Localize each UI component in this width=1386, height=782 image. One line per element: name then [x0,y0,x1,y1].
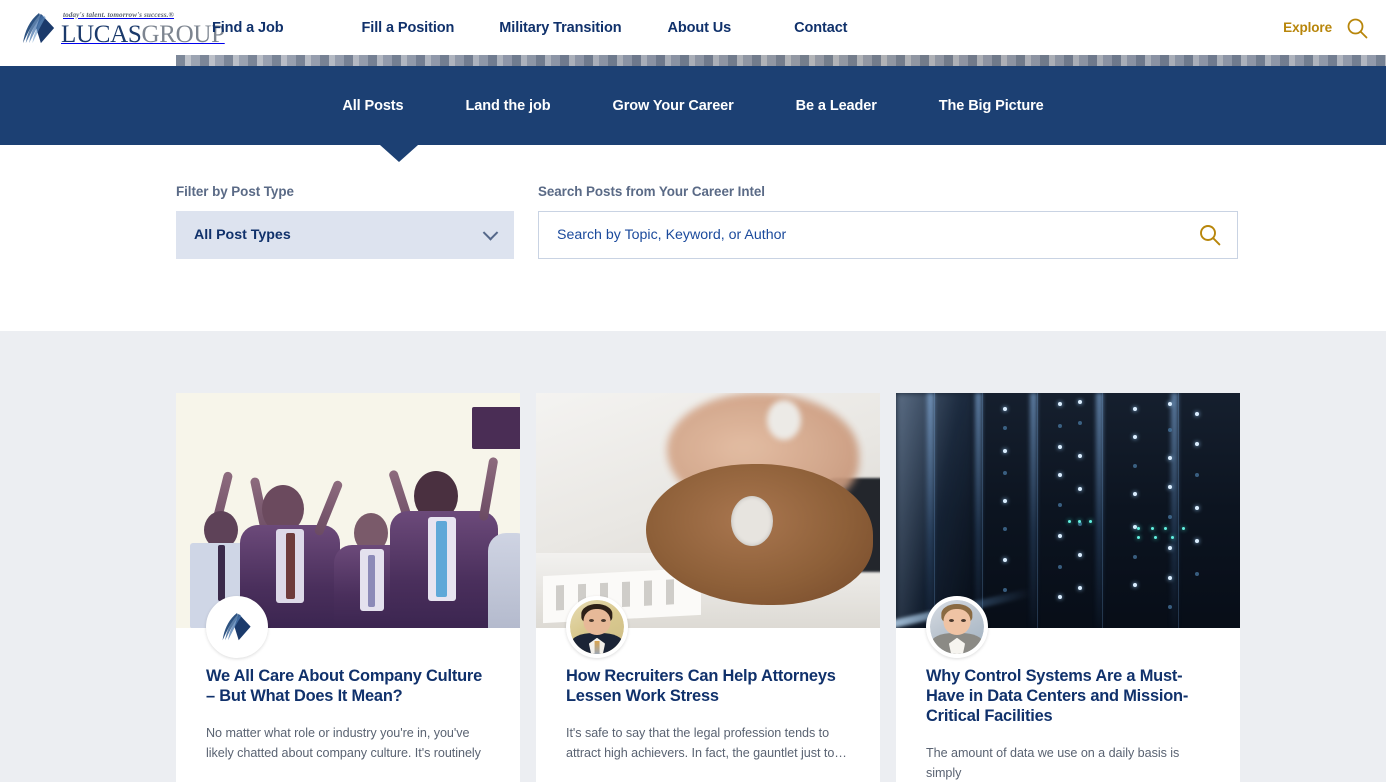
post-card-row: We All Care About Company Culture – But … [176,393,1240,782]
subnav-item-all-posts[interactable]: All Posts [342,98,403,114]
avatar[interactable] [926,596,988,658]
header-actions: Explore [1283,0,1368,55]
explore-button[interactable]: Explore [1283,20,1332,35]
search-icon[interactable] [1346,17,1368,39]
logo-tagline: today's talent. tomorrow's success.® [63,11,174,19]
subnav-item-land-the-job[interactable]: Land the job [466,98,551,114]
nav-item-about-us[interactable]: About Us [667,20,731,36]
post-excerpt: It's safe to say that the legal professi… [566,726,847,761]
avatar[interactable] [206,596,268,658]
post-list-section: We All Care About Company Culture – But … [0,331,1386,782]
data-center-server-racks-image [896,393,1240,628]
chevron-down-icon [482,225,499,241]
subnav-item-grow-your-career[interactable]: Grow Your Career [613,98,734,114]
post-excerpt: No matter what role or industry you're i… [206,726,481,761]
avatar[interactable] [566,596,628,658]
site-logo[interactable]: today's talent. tomorrow's success.® LUC… [20,9,225,47]
active-subnav-pointer [380,145,418,162]
post-search-group: Search Posts from Your Career Intel [538,184,1238,259]
post-type-filter-group: Filter by Post Type All Post Types [176,184,514,259]
celebrating-business-team-image [176,393,520,628]
site-header: today's talent. tomorrow's success.® LUC… [0,0,1386,55]
search-field-wrapper[interactable] [538,211,1238,259]
author-headshot-avatar [570,600,624,654]
post-title[interactable]: We All Care About Company Culture – But … [206,666,490,706]
post-card[interactable]: How Recruiters Can Help Attorneys Lessen… [536,393,880,782]
search-label: Search Posts from Your Career Intel [538,184,765,199]
logo-name: LUCASGROUP [61,21,225,48]
subnav-item-the-big-picture[interactable]: The Big Picture [939,98,1044,114]
post-type-select[interactable]: All Post Types [176,211,514,259]
filter-label: Filter by Post Type [176,184,294,199]
post-type-selected-value: All Post Types [194,227,291,243]
search-input[interactable] [557,227,1167,243]
post-title[interactable]: How Recruiters Can Help Attorneys Lessen… [566,666,850,706]
logo-name-lucas: LUCAS [61,21,142,48]
nav-item-contact[interactable]: Contact [794,20,847,36]
post-title[interactable]: Why Control Systems Are a Must-Have in D… [926,666,1210,726]
nav-item-find-a-job[interactable]: Find a Job [212,20,284,36]
filter-search-band: Filter by Post Type All Post Types Searc… [0,145,1386,331]
post-card[interactable]: We All Care About Company Culture – But … [176,393,520,782]
lucas-group-logo-avatar [210,600,264,654]
logo-wordmark: today's talent. tomorrow's success.® LUC… [61,4,225,47]
meditating-hands-at-desk-image [536,393,880,628]
lucas-diamond-feather-icon [20,12,58,46]
nav-item-fill-a-position[interactable]: Fill a Position [362,20,455,36]
category-subnav: All Posts Land the job Grow Your Career … [0,66,1386,145]
primary-navigation: Find a Job Fill a Position Military Tran… [212,0,847,55]
author-headshot-avatar [930,600,984,654]
post-excerpt: The amount of data we use on a daily bas… [926,746,1180,781]
subnav-item-be-a-leader[interactable]: Be a Leader [796,98,877,114]
search-submit-icon[interactable] [1199,224,1221,246]
nav-item-military-transition[interactable]: Military Transition [499,20,621,36]
post-card[interactable]: Why Control Systems Are a Must-Have in D… [896,393,1240,782]
